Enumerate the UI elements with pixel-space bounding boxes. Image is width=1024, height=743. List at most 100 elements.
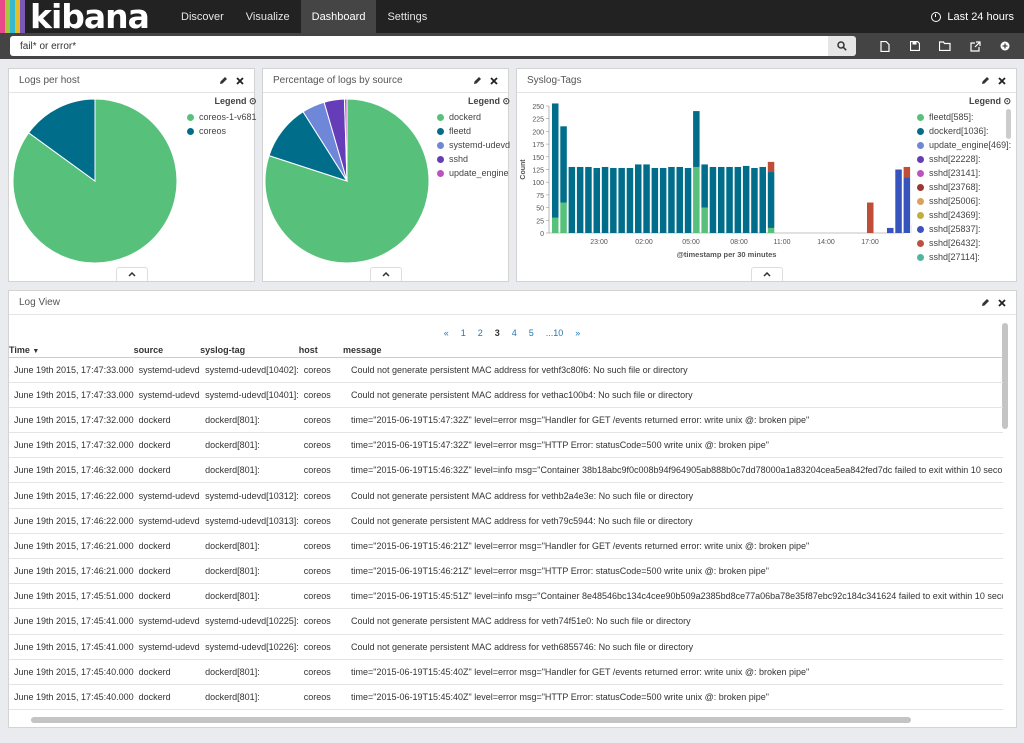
bar-segment[interactable] bbox=[759, 166, 767, 233]
bar-segment[interactable] bbox=[676, 166, 684, 233]
page-link[interactable]: 1 bbox=[461, 328, 466, 338]
bar-segment[interactable] bbox=[552, 217, 559, 233]
bar-segment[interactable] bbox=[593, 167, 601, 233]
bar-segment[interactable] bbox=[742, 165, 750, 233]
close-icon[interactable] bbox=[236, 76, 244, 85]
bar-segment[interactable] bbox=[668, 166, 675, 233]
share-dashboard-button[interactable] bbox=[960, 36, 990, 56]
legend-item[interactable]: sshd[27114]: bbox=[917, 250, 1011, 264]
bar-segment[interactable] bbox=[751, 167, 758, 233]
table-row[interactable]: June 19th 2015, 17:46:22.000 systemd-udev… bbox=[9, 508, 1003, 534]
legend-item[interactable]: sshd[25006]: bbox=[917, 194, 1011, 208]
legend-item[interactable]: sshd[23141]: bbox=[917, 166, 1011, 180]
table-row[interactable]: June 19th 2015, 17:46:21.000 dockerd docke… bbox=[9, 533, 1003, 560]
edit-pencil-icon[interactable] bbox=[219, 76, 228, 85]
nav-item-visualize[interactable]: Visualize bbox=[235, 0, 301, 33]
bar-segment[interactable] bbox=[635, 164, 642, 233]
horizontal-scrollbar[interactable] bbox=[31, 717, 911, 723]
collapse-toggle[interactable] bbox=[370, 267, 402, 281]
legend-toggle-icon[interactable]: ⊙ bbox=[1004, 96, 1012, 106]
legend-scrollbar[interactable] bbox=[1006, 109, 1011, 139]
table-row[interactable]: June 19th 2015, 17:45:41.000 systemd-udev… bbox=[9, 634, 1003, 660]
col-header-source[interactable]: source bbox=[133, 343, 201, 358]
legend-item[interactable]: coreos-1-v681 bbox=[187, 110, 257, 124]
save-dashboard-button[interactable] bbox=[900, 36, 930, 56]
bar-segment[interactable] bbox=[767, 172, 775, 228]
legend-item[interactable]: systemd-udevd bbox=[437, 138, 510, 152]
bar-segment[interactable] bbox=[560, 126, 567, 203]
edit-pencil-icon[interactable] bbox=[981, 298, 990, 307]
bar-segment[interactable] bbox=[693, 111, 700, 167]
table-row[interactable]: June 19th 2015, 17:45:40.000 dockerd docke… bbox=[9, 659, 1003, 685]
legend-item[interactable]: sshd[26432]: bbox=[917, 236, 1011, 250]
legend-item[interactable]: sshd bbox=[437, 152, 510, 166]
bar-segment[interactable] bbox=[576, 166, 584, 233]
timepicker[interactable]: Last 24 hours bbox=[931, 0, 1024, 33]
table-row[interactable]: June 19th 2015, 17:45:41.000 systemd-udev… bbox=[9, 608, 1003, 635]
bar-segment[interactable] bbox=[651, 167, 659, 233]
legend-item[interactable]: update_engine bbox=[437, 166, 510, 180]
bar-segment[interactable] bbox=[701, 164, 708, 208]
bar-segment[interactable] bbox=[659, 167, 667, 233]
nav-item-settings[interactable]: Settings bbox=[376, 0, 438, 33]
legend-item[interactable]: fleetd[585]: bbox=[917, 110, 1011, 124]
bar-segment[interactable] bbox=[701, 207, 708, 233]
page-link[interactable]: 3 bbox=[495, 328, 500, 338]
legend-item[interactable]: sshd[24369]: bbox=[917, 208, 1011, 222]
bar-segment[interactable] bbox=[767, 161, 775, 173]
collapse-toggle[interactable] bbox=[751, 267, 783, 281]
legend-title[interactable]: Legend ⊙ bbox=[437, 96, 510, 107]
page-link[interactable]: 5 bbox=[529, 328, 534, 338]
page-link[interactable]: « bbox=[444, 328, 449, 338]
bar-segment[interactable] bbox=[887, 227, 894, 233]
bar-segment[interactable] bbox=[734, 166, 742, 233]
edit-pencil-icon[interactable] bbox=[981, 76, 990, 85]
close-icon[interactable] bbox=[998, 76, 1006, 85]
bar-segment[interactable] bbox=[560, 202, 567, 233]
new-dashboard-button[interactable] bbox=[870, 36, 900, 56]
table-row[interactable]: June 19th 2015, 17:45:40.000 dockerd docke… bbox=[9, 684, 1003, 711]
page-link[interactable]: » bbox=[575, 328, 580, 338]
col-header-message[interactable]: message bbox=[343, 343, 1003, 358]
bar-segment[interactable] bbox=[867, 202, 874, 233]
search-button[interactable] bbox=[828, 36, 856, 56]
bar-segment[interactable] bbox=[684, 167, 692, 233]
bar-segment[interactable] bbox=[718, 166, 725, 233]
legend-item[interactable]: coreos bbox=[187, 124, 257, 138]
bar-segment[interactable] bbox=[895, 169, 902, 234]
bar-segment[interactable] bbox=[601, 166, 609, 233]
legend-item[interactable]: sshd[22228]: bbox=[917, 152, 1011, 166]
table-row[interactable]: June 19th 2015, 17:47:33.000 systemd-udev… bbox=[9, 357, 1003, 383]
bar-segment[interactable] bbox=[610, 167, 617, 233]
close-icon[interactable] bbox=[998, 298, 1006, 307]
legend-item[interactable]: sshd[25837]: bbox=[917, 222, 1011, 236]
bar-segment[interactable] bbox=[767, 227, 775, 233]
table-row[interactable]: June 19th 2015, 17:47:32.000 dockerd docke… bbox=[9, 432, 1003, 459]
bar-segment[interactable] bbox=[693, 166, 700, 233]
search-input[interactable] bbox=[10, 36, 828, 56]
legend-item[interactable]: sshd[23768]: bbox=[917, 180, 1011, 194]
table-row[interactable]: June 19th 2015, 17:45:51.000 dockerd docke… bbox=[9, 583, 1003, 610]
col-header-host[interactable]: host bbox=[298, 343, 343, 358]
bar-segment[interactable] bbox=[618, 167, 625, 233]
edit-pencil-icon[interactable] bbox=[473, 76, 482, 85]
bar-segment[interactable] bbox=[585, 166, 592, 233]
table-row[interactable]: June 19th 2015, 17:47:32.000 dockerd docke… bbox=[9, 407, 1003, 434]
bar-segment[interactable] bbox=[726, 166, 733, 233]
bar-segment[interactable] bbox=[568, 166, 576, 233]
legend-item[interactable]: fleetd bbox=[437, 124, 510, 138]
bar-segment[interactable] bbox=[552, 103, 559, 218]
legend-title[interactable]: Legend ⊙ bbox=[917, 96, 1011, 107]
legend-item[interactable]: dockerd bbox=[437, 110, 510, 124]
bar-segment[interactable] bbox=[903, 177, 911, 233]
add-panel-button[interactable] bbox=[990, 36, 1020, 56]
legend-title[interactable]: Legend ⊙ bbox=[187, 96, 257, 107]
bar-segment[interactable] bbox=[626, 167, 634, 233]
legend-toggle-icon[interactable]: ⊙ bbox=[249, 96, 257, 106]
table-row[interactable]: June 19th 2015, 17:46:32.000 dockerd docke… bbox=[9, 457, 1003, 484]
page-link[interactable]: 2 bbox=[478, 328, 483, 338]
nav-item-discover[interactable]: Discover bbox=[170, 0, 235, 33]
collapse-toggle[interactable] bbox=[116, 267, 148, 281]
bar-segment[interactable] bbox=[709, 166, 717, 233]
close-icon[interactable] bbox=[490, 76, 498, 85]
